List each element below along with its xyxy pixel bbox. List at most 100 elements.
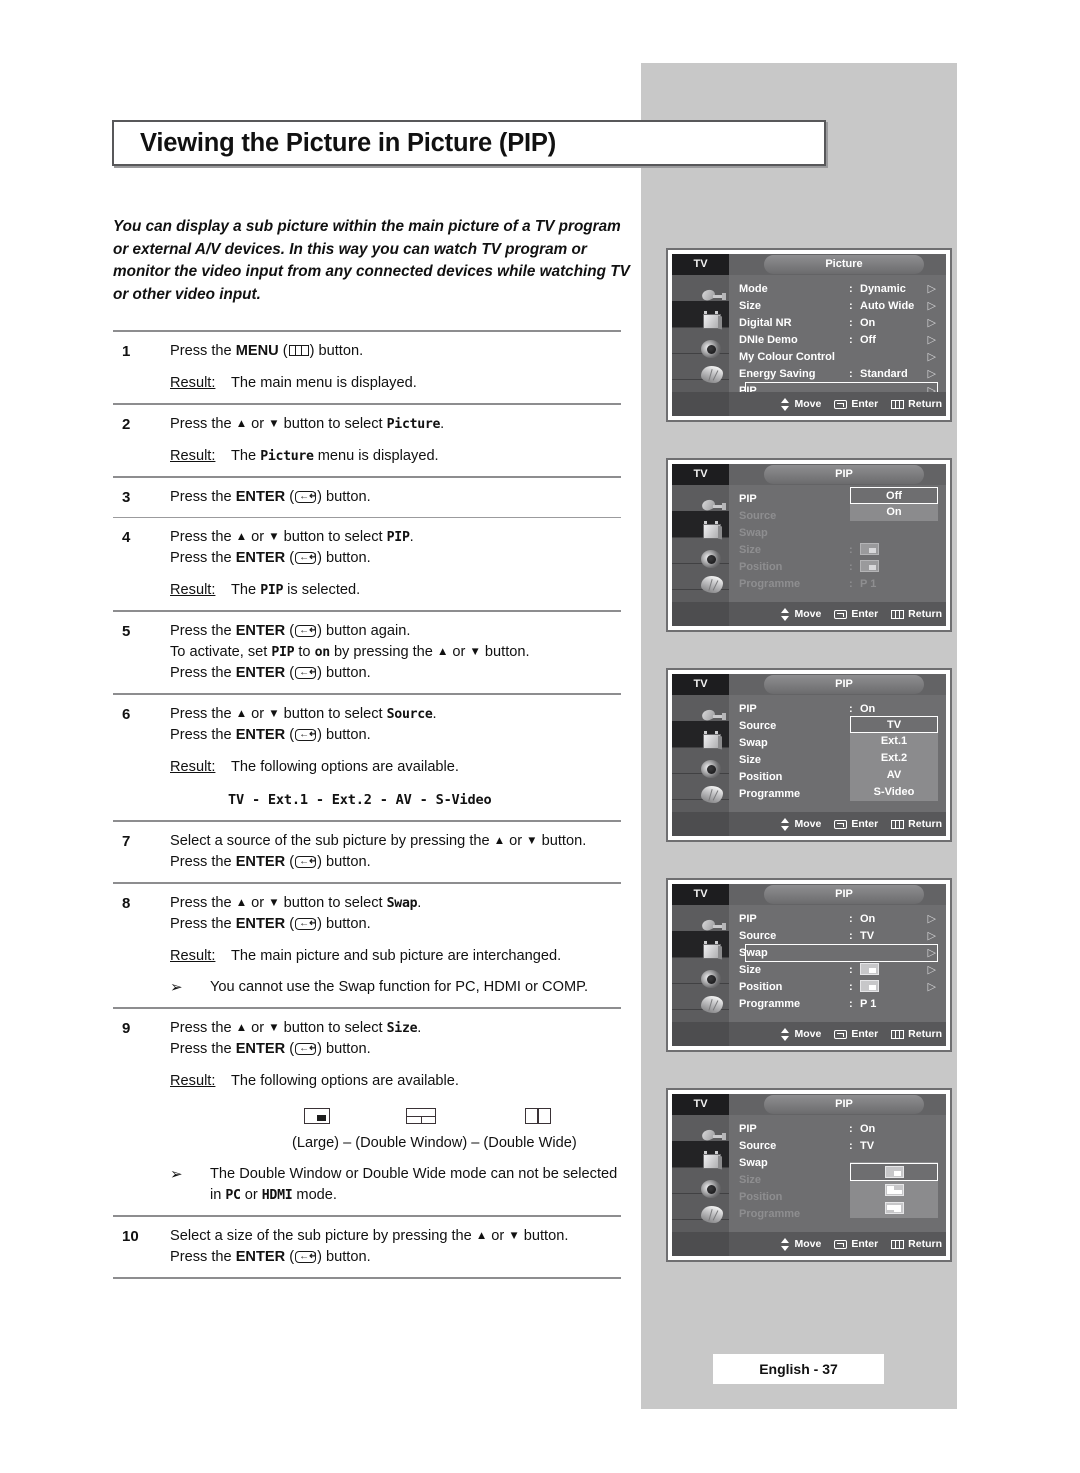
osd-rail-item[interactable]: [672, 537, 729, 568]
step-result: Result: The main menu is displayed.: [170, 373, 621, 394]
osd-rail-item[interactable]: [672, 327, 729, 358]
step-row: 5 Press the ENTER (←↵) button again. To ac…: [113, 612, 621, 693]
osd-popup-item[interactable]: TV: [850, 716, 938, 733]
osd-rail-item[interactable]: [672, 1115, 729, 1142]
osd-input-tag: TV: [672, 674, 729, 695]
osd-bottom-left-block: [672, 812, 729, 836]
osd-menu-row[interactable]: Programme: P 1: [739, 576, 940, 593]
osd-enter-hint: Enter: [834, 1028, 878, 1040]
osd-rail-item[interactable]: [672, 275, 729, 302]
step-number: 5: [122, 623, 131, 640]
osd-size-popup-item[interactable]: [850, 1181, 938, 1199]
osd-menu-row[interactable]: Digital NR: On ▷: [739, 315, 940, 332]
step-line: Press the ▲ or ▼ button to select Size.: [170, 1020, 422, 1036]
osd-popup-item[interactable]: Ext.1: [850, 733, 938, 750]
osd-rail-item[interactable]: [672, 983, 729, 1013]
step-line: Press the ENTER (←↵) button.: [170, 489, 371, 505]
ui-term: on: [314, 645, 331, 660]
osd-screen: TVPIPPIP:OnSource:TVSwapSize:Position:Pr…: [672, 1094, 946, 1256]
osd-menu-row[interactable]: Source: TV: [739, 1138, 940, 1155]
osd-menu-row[interactable]: Energy Saving: Standard ▷: [739, 366, 940, 383]
osd-row-label: Programme: [739, 1208, 801, 1220]
osd-row-glyph: [860, 979, 879, 996]
osd-row-colon: :: [849, 283, 853, 295]
enter-button-icon: ←↵: [295, 552, 317, 564]
osd-input-tag: TV: [672, 254, 729, 275]
osd-rail-item[interactable]: [672, 563, 729, 593]
osd-row-label: Size: [739, 1174, 762, 1186]
osd-row-highlight: [745, 944, 938, 962]
osd-menu-row[interactable]: Position: ▷: [739, 979, 940, 996]
osd-menu-row[interactable]: Size: ▷: [739, 962, 940, 979]
osd-menu-row[interactable]: Programme: P 1: [739, 996, 940, 1013]
osd-rail-item[interactable]: [672, 353, 729, 383]
osd-popup-item[interactable]: S-Video: [850, 784, 938, 801]
step-result: Result: The following options are availab…: [170, 757, 621, 778]
size-option-caption: (Large) – (Double Window) – (Double Wide…: [292, 1135, 577, 1151]
enter-key-icon: [834, 1029, 848, 1039]
osd-row-colon: :: [849, 544, 853, 556]
menu-key-icon: [891, 609, 905, 619]
osd-menu-row[interactable]: PIP: On ▷: [739, 911, 940, 928]
osd-rail-item[interactable]: [672, 485, 729, 512]
osd-rail-item[interactable]: [672, 773, 729, 803]
osd-menu-row[interactable]: Swap ▷: [739, 944, 940, 962]
osd-menu-row[interactable]: Mode: Dynamic ▷: [739, 281, 940, 298]
step-note: ➢ The Double Window or Double Wide mode c…: [170, 1164, 621, 1206]
osd-rail-item[interactable]: [672, 1193, 729, 1223]
osd-menu-title: PIP: [764, 1095, 924, 1114]
osd-menu-row[interactable]: DNIe Demo: Off ▷: [739, 332, 940, 349]
osd-popup-item[interactable]: AV: [850, 767, 938, 784]
osd-rail-item[interactable]: [672, 1141, 729, 1169]
down-arrow-icon: ▼: [508, 1230, 520, 1242]
steps-list: 1 Press the MENU () button. Result: The mai…: [113, 330, 621, 1279]
osd-size-popup-item[interactable]: [850, 1199, 938, 1217]
osd-rail-item[interactable]: [672, 301, 729, 329]
result-label: Result:: [170, 448, 216, 464]
osd-menu-row[interactable]: Position:: [739, 559, 940, 576]
osd-menu-row[interactable]: Size:: [739, 542, 940, 559]
osd-row-arrow-icon: ▷: [927, 368, 936, 380]
enter-key-icon: [834, 399, 848, 409]
osd-menu-row[interactable]: Source: TV ▷: [739, 928, 940, 945]
key-name: ENTER: [235, 665, 286, 681]
step-row: 1 Press the MENU () button. Result: The mai…: [113, 332, 621, 403]
osd-popup-item[interactable]: Off: [850, 487, 938, 504]
osd-rail-item[interactable]: [672, 721, 729, 749]
step-line: Press the ENTER (←↵) button.: [170, 665, 371, 681]
result-text: The main menu is displayed.: [231, 375, 417, 391]
osd-bottom-left-block: [672, 602, 729, 626]
size-option-icons: [170, 1106, 621, 1130]
osd-rail-item[interactable]: [672, 1167, 729, 1198]
osd-row-label: Source: [739, 1140, 777, 1152]
step-number: 9: [122, 1020, 131, 1037]
updown-arrow-icon: [781, 397, 790, 411]
position-icon: [860, 980, 879, 992]
osd-menu-row[interactable]: Size: Auto Wide ▷: [739, 298, 940, 315]
osd-rail-item[interactable]: [672, 931, 729, 959]
up-arrow-icon: ▲: [235, 897, 248, 909]
osd-row-label: Position: [739, 981, 783, 993]
osd-rail-item[interactable]: [672, 747, 729, 778]
size-large-icon: [860, 963, 879, 975]
osd-row-value: On: [860, 913, 876, 925]
osd-rail-item[interactable]: [672, 957, 729, 988]
osd-menu-row[interactable]: PIP: On: [739, 1121, 940, 1138]
step-body: Press the ENTER (←↵) button again. To act…: [170, 621, 621, 684]
osd-top-bar: TV PIP: [672, 1094, 946, 1115]
osd-menu-title: PIP: [764, 675, 924, 694]
osd-popup-item[interactable]: On: [850, 504, 938, 521]
osd-rail-item[interactable]: [672, 905, 729, 932]
osd-rail-item[interactable]: [672, 511, 729, 539]
osd-popup-item[interactable]: Ext.2: [850, 750, 938, 767]
step-row: 10 Select a size of the sub picture by pr…: [113, 1217, 621, 1277]
osd-rail-item[interactable]: [672, 695, 729, 722]
osd-row-label: Position: [739, 1191, 783, 1203]
step-divider: [113, 1277, 621, 1279]
osd-menu-row[interactable]: My Colour Control ▷: [739, 349, 940, 366]
step-body: Press the ▲ or ▼ button to select Source…: [170, 704, 621, 811]
osd-row-label: Programme: [739, 578, 801, 590]
osd-menu-row[interactable]: Swap: [739, 525, 940, 542]
result-label: Result:: [170, 1073, 216, 1089]
osd-size-popup-item[interactable]: [850, 1163, 938, 1181]
